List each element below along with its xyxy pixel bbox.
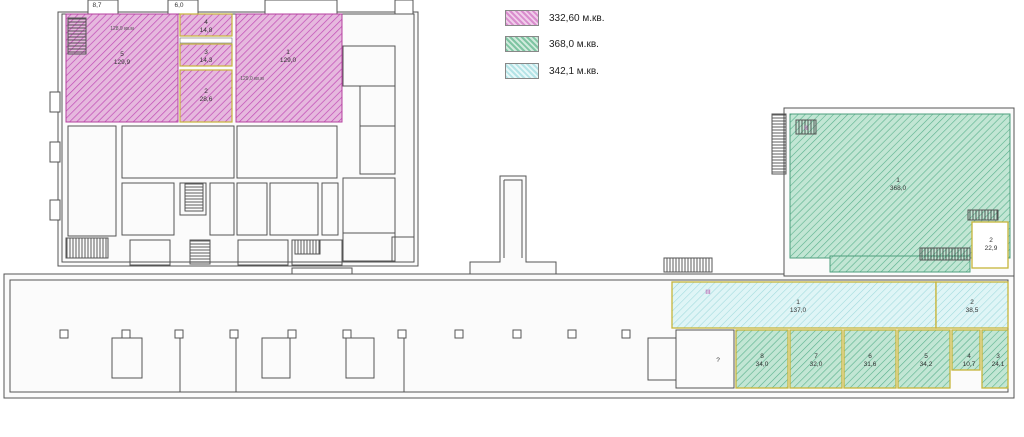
cyan-room-7-num: 7 — [814, 353, 818, 360]
cyan-room-8-area: 34,0 — [756, 361, 769, 368]
room-3-num: 3 — [204, 49, 208, 56]
legend-item-cyan: 342,1 м.кв. — [505, 63, 599, 79]
room-5-note: 128,9 кв.м — [110, 26, 134, 32]
top-label-a: 8,7 — [92, 2, 101, 9]
room-4-area: 14,8 — [200, 27, 213, 34]
cyan-room-5-num: 5 — [924, 353, 928, 360]
green-room-1-num: 1 — [896, 177, 900, 184]
legend-item-magenta: 332,60 м.кв. — [505, 10, 604, 26]
room-1-note: 129,0 кв.м — [240, 76, 264, 82]
cyan-room-2-num: 2 — [970, 299, 974, 306]
legend-swatch-cyan — [505, 63, 539, 79]
roman-two: II — [804, 125, 808, 132]
cyan-room-6-area: 31,6 — [864, 361, 877, 368]
room-3-area: 14,3 — [200, 57, 213, 64]
room-1-area: 129,0 — [280, 57, 297, 64]
room-2-num: 2 — [204, 88, 208, 95]
green-room-1-area: 368,0 — [890, 185, 907, 192]
cyan-room-4-num: 4 — [967, 353, 971, 360]
cyan-room-1-area: 137,0 — [790, 307, 807, 314]
legend-swatch-magenta — [505, 10, 539, 26]
legend-item-green: 368,0 м.кв. — [505, 36, 599, 52]
unknown-room: ? — [716, 357, 720, 364]
legend-label-green: 368,0 м.кв. — [549, 38, 599, 50]
cyan-room-5-area: 34,2 — [920, 361, 933, 368]
cyan-room-7-area: 32,0 — [810, 361, 823, 368]
legend-label-magenta: 332,60 м.кв. — [549, 12, 605, 24]
green-room-2-area: 22,9 — [985, 245, 998, 252]
cyan-room-4-area: 10,7 — [963, 361, 976, 368]
connector — [469, 175, 557, 277]
cyan-room-8-num: 8 — [760, 353, 764, 360]
room-5-num: 5 — [120, 51, 124, 58]
room-5-area: 129,9 — [114, 59, 131, 66]
room-2-area: 28,6 — [200, 96, 213, 103]
cyan-room-6-num: 6 — [868, 353, 872, 360]
cyan-room-2-area: 38,5 — [966, 307, 979, 314]
green-room-2-num: 2 — [989, 237, 993, 244]
top-label-b: 6,0 — [174, 2, 183, 9]
cyan-room-1-num: 1 — [796, 299, 800, 306]
right-building — [663, 107, 1015, 277]
cyan-room-3-area: 24,1 — [992, 361, 1005, 368]
room-4-num: 4 — [204, 19, 208, 26]
room-1-num: 1 — [286, 49, 290, 56]
roman-three: III — [705, 289, 711, 296]
cyan-room-3-num: 3 — [996, 353, 1000, 360]
legend-label-cyan: 342,1 м.кв. — [549, 65, 599, 77]
legend-swatch-green — [505, 36, 539, 52]
